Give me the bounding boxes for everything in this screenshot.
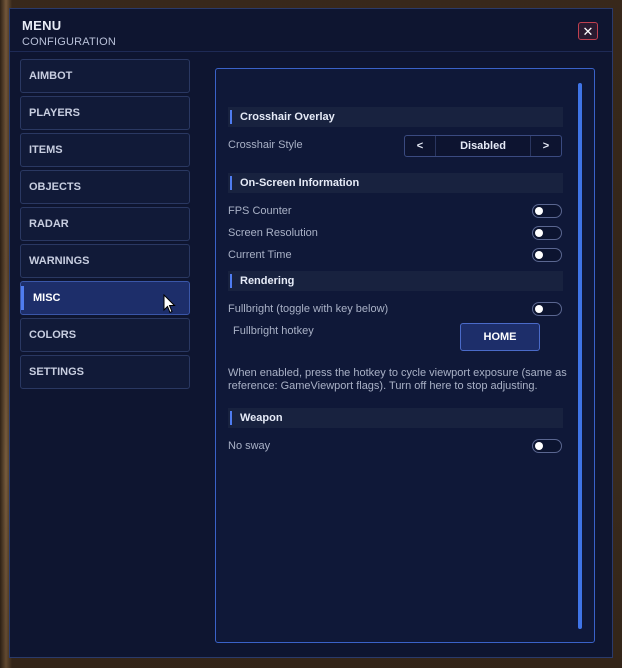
section-on-screen-information: On-Screen Information (228, 173, 563, 193)
sidebar-item-radar[interactable]: RADAR (20, 207, 190, 241)
current-time-label: Current Time (228, 249, 292, 261)
close-icon: ✕ (582, 24, 594, 39)
sidebar-item-label: MISC (33, 292, 61, 304)
toggle-knob (535, 442, 543, 450)
screen-resolution-toggle[interactable] (532, 226, 562, 240)
crosshair-style-value: Disabled (460, 140, 506, 152)
screen-resolution-label: Screen Resolution (228, 227, 318, 239)
toggle-knob (535, 305, 543, 313)
sidebar-item-players[interactable]: PLAYERS (20, 96, 190, 130)
sidebar-item-colors[interactable]: COLORS (20, 318, 190, 352)
fullbright-label: Fullbright (toggle with key below) (228, 303, 389, 315)
section-crosshair-overlay: Crosshair Overlay (228, 107, 563, 127)
close-button[interactable]: ✕ (578, 22, 598, 40)
window-header: MENU CONFIGURATION ✕ (10, 9, 612, 52)
section-weapon: Weapon (228, 408, 563, 428)
no-sway-toggle[interactable] (532, 439, 562, 453)
current-time-toggle[interactable] (532, 248, 562, 262)
window-subtitle: CONFIGURATION (22, 36, 117, 48)
sidebar-item-objects[interactable]: OBJECTS (20, 170, 190, 204)
sidebar-item-warnings[interactable]: WARNINGS (20, 244, 190, 278)
fps-counter-toggle[interactable] (532, 204, 562, 218)
fullbright-help-text: When enabled, press the hotkey to cycle … (228, 367, 567, 392)
fullbright-hotkey-label: Fullbright hotkey (233, 325, 314, 337)
window-title: MENU (22, 18, 62, 33)
crosshair-style-label: Crosshair Style (228, 139, 303, 151)
section-rendering: Rendering (228, 271, 563, 291)
toggle-knob (535, 251, 543, 259)
crosshair-style-stepper: < Disabled > (404, 135, 562, 157)
toggle-knob (535, 207, 543, 215)
sidebar-item-aimbot[interactable]: AIMBOT (20, 59, 190, 93)
mouse-cursor-icon (163, 294, 176, 314)
fullbright-hotkey-button[interactable]: HOME (460, 323, 540, 351)
toggle-knob (535, 229, 543, 237)
crosshair-style-prev-button[interactable]: < (405, 136, 436, 156)
crosshair-style-next-button[interactable]: > (530, 136, 561, 156)
panel-scrollbar[interactable] (578, 83, 582, 629)
sidebar-item-settings[interactable]: SETTINGS (20, 355, 190, 389)
no-sway-label: No sway (228, 440, 271, 452)
fullbright-toggle[interactable] (532, 302, 562, 316)
misc-settings-panel: Crosshair Overlay Crosshair Style < Disa… (215, 68, 595, 643)
sidebar-item-misc[interactable]: MISC (20, 281, 190, 315)
fps-counter-label: FPS Counter (228, 205, 292, 217)
sidebar-item-items[interactable]: ITEMS (20, 133, 190, 167)
sidebar-nav: AIMBOT PLAYERS ITEMS OBJECTS RADAR WARNI… (20, 59, 190, 392)
config-window: MENU CONFIGURATION ✕ AIMBOT PLAYERS ITEM… (9, 8, 613, 658)
